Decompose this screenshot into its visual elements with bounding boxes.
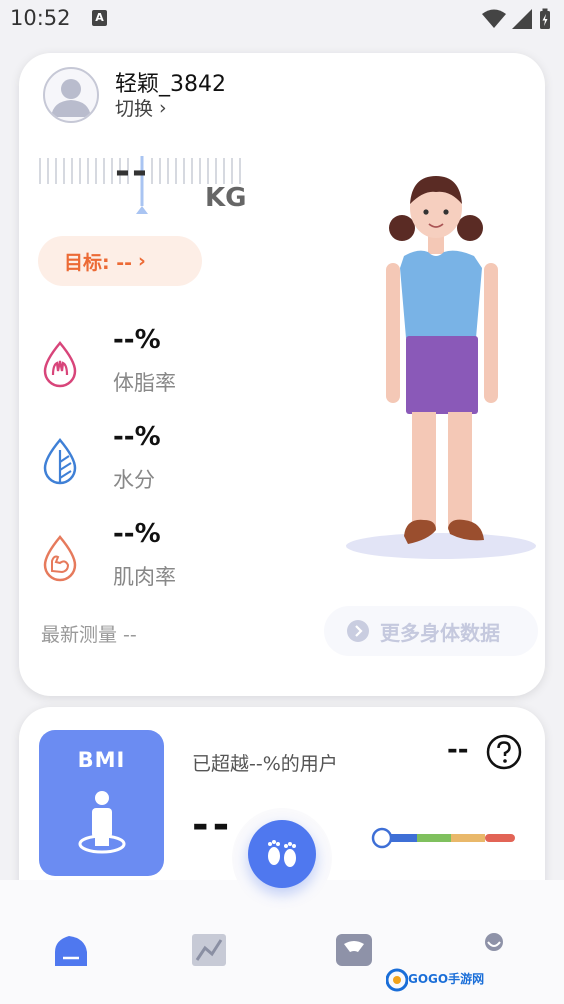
signal-icon — [512, 9, 532, 29]
body-figure-illustration — [346, 176, 536, 559]
watermark-text: GOGO手游网 — [408, 972, 485, 986]
body-fat-value: --% — [113, 325, 161, 355]
nav-home[interactable] — [51, 930, 91, 970]
weight-unit: KG — [205, 183, 247, 213]
person-standing-icon — [78, 791, 126, 854]
metric-body-fat[interactable]: --% 体脂率 — [37, 325, 297, 413]
status-icons — [482, 8, 552, 30]
metric-water[interactable]: --% 水分 — [37, 422, 297, 510]
avatar[interactable] — [43, 67, 99, 123]
metric-muscle[interactable]: --% 肌肉率 — [37, 519, 297, 607]
profile-face-icon — [485, 933, 503, 951]
status-bar: 10:52 A — [0, 0, 564, 40]
trend-chart-icon — [192, 934, 226, 966]
weight-value: -- — [115, 151, 149, 192]
switch-user-button[interactable]: 切换 › — [115, 94, 167, 121]
goal-button[interactable]: 目标: -- › — [38, 236, 202, 286]
muscle-label: 肌肉率 — [113, 565, 176, 589]
bmi-title: BMI — [77, 748, 126, 772]
muscle-icon — [43, 535, 77, 582]
body-fat-label: 体脂率 — [113, 371, 176, 395]
status-time: 10:52 — [10, 6, 71, 30]
bmi-scale-bar — [371, 827, 515, 849]
watermark: GOGO手游网 — [386, 966, 496, 996]
measure-fab-button[interactable] — [248, 820, 316, 888]
user-avatar-icon — [51, 79, 91, 117]
bmi-percentile-text: 已超越--%的用户 — [192, 753, 338, 775]
water-value: --% — [113, 422, 161, 452]
home-icon — [55, 936, 87, 966]
water-leaf-icon — [43, 438, 77, 485]
bmi-badge: BMI — [39, 730, 164, 876]
switch-user-label: 切换 — [115, 98, 154, 120]
nav-device[interactable] — [334, 930, 374, 970]
muscle-value: --% — [113, 519, 161, 549]
scale-icon — [336, 934, 372, 966]
nav-profile[interactable] — [480, 930, 520, 970]
battery-icon — [540, 8, 550, 29]
bmi-status-value: -- — [447, 735, 469, 765]
water-label: 水分 — [113, 468, 155, 492]
chevron-right-icon: › — [138, 250, 146, 272]
help-icon[interactable] — [486, 734, 522, 770]
play-circle-icon — [347, 620, 369, 642]
chevron-right-icon: › — [159, 96, 167, 119]
footprints-icon — [268, 840, 296, 867]
nav-trend[interactable] — [188, 930, 228, 970]
wifi-icon — [482, 9, 506, 28]
body-summary-card: 轻颖_3842 切换 › -- KG 目标: -- › --% 体脂率 --% … — [19, 53, 545, 696]
watermark-logo-icon — [386, 968, 408, 992]
goal-label: 目标: -- — [64, 251, 132, 274]
body-fat-icon — [43, 341, 77, 388]
more-body-data-button[interactable]: 更多身体数据 — [324, 606, 538, 656]
bmi-value: -- — [192, 802, 234, 848]
notification-icon: A — [92, 10, 107, 26]
latest-measurement: 最新测量 -- — [41, 624, 137, 646]
more-body-data-label: 更多身体数据 — [380, 620, 500, 645]
